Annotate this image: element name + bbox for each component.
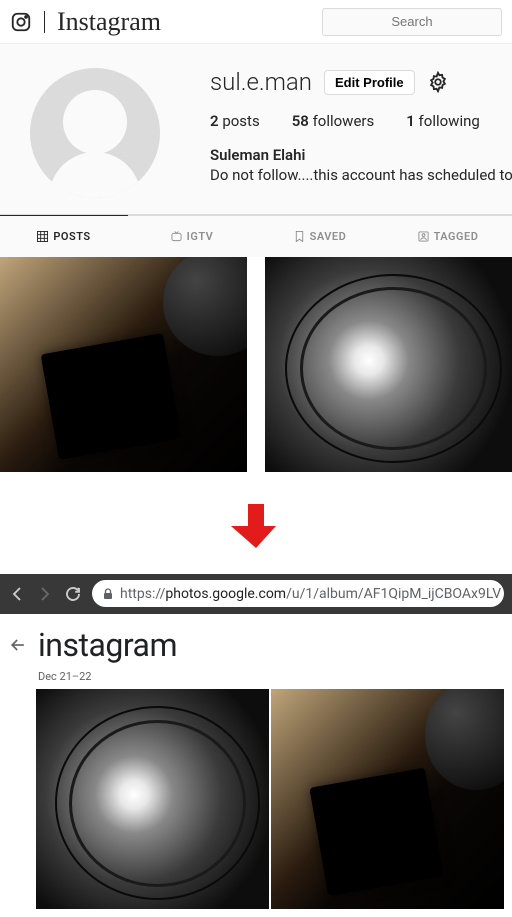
grid-icon xyxy=(37,231,48,242)
album-title[interactable]: instagram xyxy=(38,626,177,664)
browser-forward-icon xyxy=(36,585,54,603)
profile-fullname: Suleman Elahi xyxy=(210,146,512,164)
post-thumbnail[interactable] xyxy=(0,257,247,472)
profile-stats: 2 posts 58 followers 1 following xyxy=(210,112,512,130)
profile-section: sul.e.man Edit Profile 2 posts 58 follow… xyxy=(0,44,512,215)
url-bar[interactable]: https://photos.google.com/u/1/album/AF1Q… xyxy=(92,580,504,607)
avatar-container[interactable] xyxy=(30,68,160,198)
gphotos-thumbnail[interactable] xyxy=(271,689,504,909)
tab-saved[interactable]: SAVED xyxy=(256,216,384,257)
gphotos-back-icon[interactable] xyxy=(8,635,28,655)
edit-profile-button[interactable]: Edit Profile xyxy=(324,70,415,95)
username: sul.e.man xyxy=(210,68,312,96)
profile-tabs: POSTS IGTV SAVED TAGGED xyxy=(0,215,512,257)
album-date-range: Dec 21–22 xyxy=(38,670,504,683)
bookmark-icon xyxy=(294,231,305,242)
gphotos-header: instagram xyxy=(8,622,504,666)
tab-igtv[interactable]: IGTV xyxy=(128,216,256,257)
igtv-icon xyxy=(171,231,182,242)
followers-stat[interactable]: 58 followers xyxy=(292,112,375,130)
search-input[interactable] xyxy=(322,8,502,36)
settings-gear-icon[interactable] xyxy=(427,71,449,93)
lock-icon xyxy=(102,588,114,600)
url-text: https://photos.google.com/u/1/album/AF1Q… xyxy=(120,586,501,602)
gphotos-thumbnail[interactable] xyxy=(36,689,269,909)
instagram-camera-icon[interactable] xyxy=(10,11,32,33)
tab-tagged[interactable]: TAGGED xyxy=(384,216,512,257)
profile-bio: Do not follow....this account has schedu… xyxy=(210,166,512,184)
posts-stat: 2 posts xyxy=(210,112,260,130)
avatar-placeholder-icon xyxy=(30,68,160,198)
arrow-section xyxy=(0,472,512,574)
post-thumbnail[interactable] xyxy=(265,257,512,472)
arrow-down-icon xyxy=(231,500,281,550)
instagram-wordmark[interactable]: Instagram xyxy=(57,7,161,37)
tab-posts[interactable]: POSTS xyxy=(0,215,128,257)
google-photos-page: instagram Dec 21–22 xyxy=(0,614,512,917)
browser-reload-icon[interactable] xyxy=(64,585,82,603)
tagged-icon xyxy=(418,231,429,242)
following-stat[interactable]: 1 following xyxy=(406,112,480,130)
header-divider xyxy=(44,11,45,33)
browser-toolbar: https://photos.google.com/u/1/album/AF1Q… xyxy=(0,574,512,614)
profile-info: sul.e.man Edit Profile 2 posts 58 follow… xyxy=(210,68,512,198)
search-container xyxy=(161,8,502,36)
username-row: sul.e.man Edit Profile xyxy=(210,68,512,96)
instagram-header: Instagram xyxy=(0,0,512,44)
browser-back-icon[interactable] xyxy=(8,585,26,603)
gphotos-grid xyxy=(8,689,504,909)
posts-grid xyxy=(0,257,512,472)
